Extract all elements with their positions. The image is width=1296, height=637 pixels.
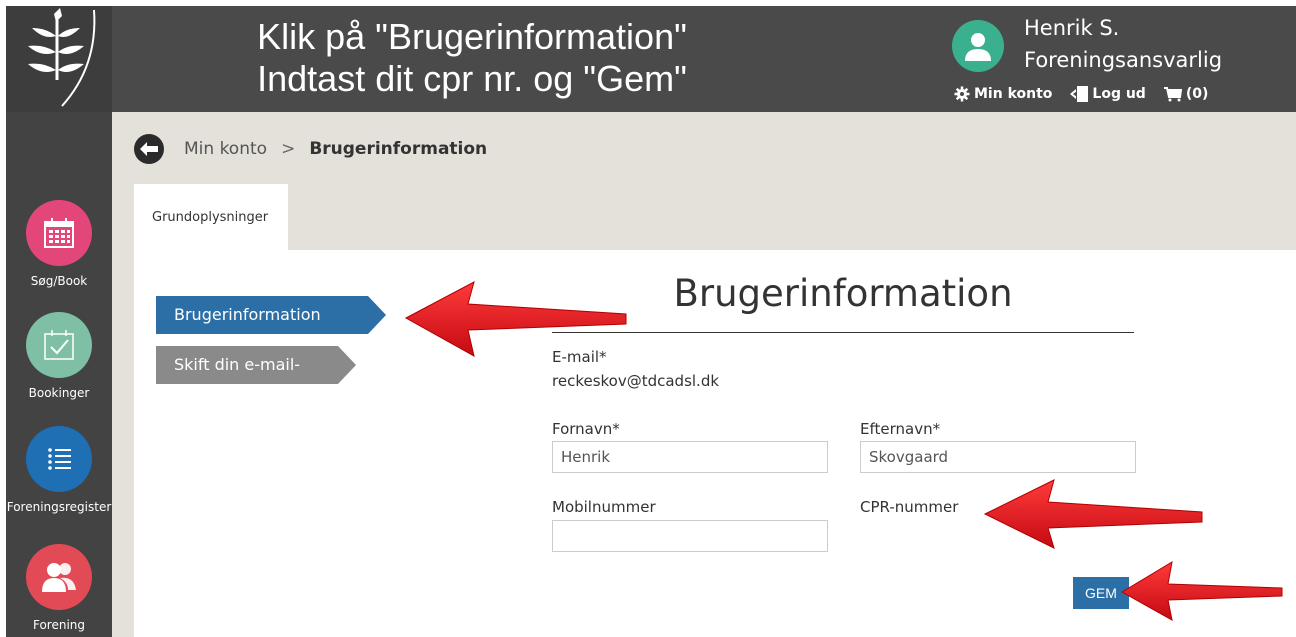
firstname-field[interactable] (552, 441, 828, 473)
sidebar: Søg/Book Bookinger Foreningsregister For… (6, 6, 112, 637)
breadcrumb-separator: > (281, 139, 296, 159)
email-label: E-mail* (552, 348, 607, 366)
mobile-field[interactable] (552, 520, 828, 552)
gear-icon (954, 86, 970, 102)
main-content: Min konto > Brugerinformation Grundoplys… (112, 112, 1296, 637)
cart-icon (1163, 87, 1182, 102)
top-header: Klik på "Brugerinformation" Indtast dit … (112, 6, 1296, 112)
leaf-logo[interactable] (6, 6, 112, 112)
email-value: reckeskov@tdcadsl.dk (552, 372, 720, 390)
breadcrumb-parent[interactable]: Min konto (184, 139, 267, 159)
instruction-line-1: Klik på "Brugerinformation" (257, 16, 687, 57)
breadcrumb: Min konto > Brugerinformation (134, 134, 487, 164)
arrow-left-icon (140, 142, 158, 156)
form-title: Brugerinformation (673, 272, 1013, 315)
side-tab-change-email[interactable]: Skift din e-mail-adr... (156, 346, 356, 412)
nav-forening[interactable]: Forening (6, 544, 112, 632)
save-button[interactable]: GEM (1073, 577, 1129, 609)
cart-count: (0) (1185, 86, 1209, 102)
title-divider (552, 332, 1134, 333)
lastname-field[interactable] (860, 441, 1136, 473)
instruction-line-2: Indtast dit cpr nr. og "Gem" (257, 58, 687, 99)
people-icon (26, 544, 92, 610)
nav-foreningsregister[interactable]: Foreningsregister (6, 426, 112, 514)
my-account-label: Min konto (974, 86, 1053, 102)
nav-label-forening: Forening (32, 618, 86, 632)
side-tab-brugerinformation[interactable]: Brugerinformation (156, 296, 386, 334)
nav-bookinger[interactable]: Bookinger (6, 312, 112, 400)
nav-label-soeg-book: Søg/Book (30, 274, 88, 288)
list-icon (26, 426, 92, 492)
user-role: Foreningsansvarlig (1024, 48, 1223, 72)
back-button[interactable] (134, 134, 164, 164)
nav-soeg-book[interactable]: Søg/Book (6, 200, 112, 288)
nav-label-foreningsregister: Foreningsregister (6, 500, 112, 514)
cart-link[interactable]: (0) (1163, 86, 1209, 102)
logout-label: Log ud (1092, 86, 1146, 102)
my-account-link[interactable]: Min konto (954, 86, 1052, 102)
avatar[interactable] (952, 20, 1004, 72)
tab-grundoplysninger[interactable]: Grundoplysninger (134, 184, 288, 252)
cpr-label: CPR-nummer (860, 498, 959, 516)
breadcrumb-current: Brugerinformation (309, 139, 488, 159)
logout-link[interactable]: Log ud (1070, 86, 1146, 102)
firstname-label: Fornavn* (552, 420, 620, 438)
calendar-check-icon (26, 312, 92, 378)
mobile-label: Mobilnummer (552, 498, 656, 516)
account-links: Min konto Log ud (0) (954, 86, 1226, 102)
form-panel: Brugerinformation Skift din e-mail-adr..… (134, 250, 1296, 637)
logout-icon (1070, 86, 1089, 102)
instruction-text: Klik på "Brugerinformation" Indtast dit … (112, 16, 832, 100)
calendar-icon (26, 200, 92, 266)
nav-label-bookinger: Bookinger (28, 386, 90, 400)
user-name: Henrik S. (1024, 16, 1120, 40)
lastname-label: Efternavn* (860, 420, 941, 438)
